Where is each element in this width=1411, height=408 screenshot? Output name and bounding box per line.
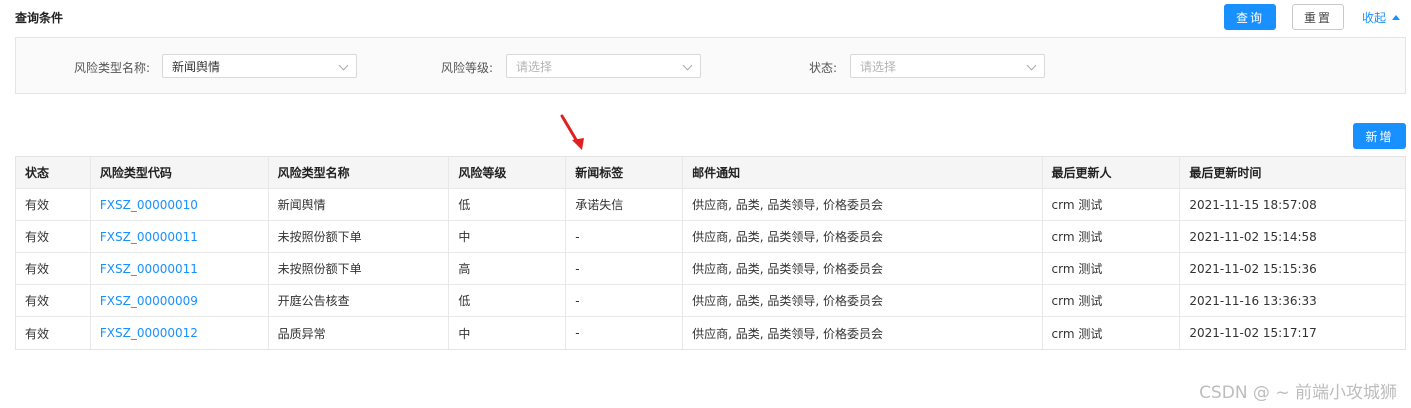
cell-risk-type-code-link[interactable]: FXSZ_00000012 [91,317,269,349]
column-header-email-notify[interactable]: 邮件通知 [683,157,1043,188]
cell-risk-type-name: 新闻舆情 [269,189,450,220]
cell-last-update-time: 2021-11-02 15:17:17 [1189,326,1317,340]
column-header-risk-type-code[interactable]: 风险类型代码 [91,157,269,188]
chevron-down-icon [682,60,693,71]
cell-risk-type-code-link[interactable]: FXSZ_00000011 [91,253,269,284]
query-button[interactable]: 查询 [1224,4,1276,30]
column-header-status[interactable]: 状态 [16,157,91,188]
column-header-risk-type-name[interactable]: 风险类型名称 [269,157,450,188]
cell-risk-level: 低 [449,189,567,220]
cell-last-update-time: 2021-11-15 18:57:08 [1189,197,1317,212]
cell-last-update-time: 2021-11-02 15:14:58 [1189,229,1317,244]
cell-status: 有效 [16,253,91,284]
reset-button[interactable]: 重置 [1292,4,1344,30]
filter-label-status: 状态: [809,61,838,75]
cell-risk-type-name: 品质异常 [269,317,450,349]
chevron-down-icon [338,60,349,71]
status-select[interactable]: 请选择 [850,54,1045,78]
cell-last-update-time: 2021-11-16 13:36:33 [1189,293,1317,308]
risk-type-name-select-value: 新闻舆情 [172,59,221,74]
cell-risk-type-code-link[interactable]: FXSZ_00000011 [91,221,269,252]
cell-risk-level: 低 [449,285,567,316]
status-select-placeholder: 请选择 [860,59,897,74]
cell-risk-level: 中 [449,317,567,349]
cell-email-notify: 供应商, 品类, 品类领导, 价格委员会 [683,317,1043,349]
collapse-toggle[interactable]: 收起 [1362,9,1401,26]
cell-risk-type-name: 未按照份额下单 [269,221,450,252]
cell-risk-level: 中 [449,221,567,252]
risk-level-select-placeholder: 请选择 [516,59,553,74]
cell-email-notify: 供应商, 品类, 品类领导, 价格委员会 [683,253,1043,284]
cell-news-tag: - [566,317,684,349]
caret-up-icon [1392,15,1401,20]
cell-last-updater: crm 测试 [1043,285,1181,316]
filter-panel: 风险类型名称: 新闻舆情 风险等级: 请选择 状态: 请选择 [15,37,1406,94]
cell-risk-type-name: 未按照份额下单 [269,253,450,284]
cell-risk-level: 高 [449,253,567,284]
cell-risk-type-name: 开庭公告核查 [269,285,450,316]
risk-level-select[interactable]: 请选择 [506,54,701,78]
cell-status: 有效 [16,285,91,316]
cell-risk-type-code-link[interactable]: FXSZ_00000009 [91,285,269,316]
filter-label-risk-type-name: 风险类型名称: [74,61,151,75]
red-arrow-annotation-icon [560,114,584,150]
cell-news-tag: 承诺失信 [566,189,684,220]
cell-last-updater: crm 测试 [1043,253,1181,284]
table-row[interactable]: 有效 FXSZ_00000010 新闻舆情 低 承诺失信 供应商, 品类, 品类… [16,189,1405,221]
cell-news-tag: - [566,221,684,252]
cell-email-notify: 供应商, 品类, 品类领导, 价格委员会 [683,221,1043,252]
watermark-text: CSDN @ ~ 前端小攻城狮 [1199,383,1397,403]
cell-risk-type-code-link[interactable]: FXSZ_00000010 [91,189,269,220]
cell-news-tag: - [566,253,684,284]
cell-status: 有效 [16,189,91,220]
column-header-last-update-time[interactable]: 最后更新时间 [1180,157,1405,188]
table-row[interactable]: 有效 FXSZ_00000012 品质异常 中 - 供应商, 品类, 品类领导,… [16,317,1405,349]
cell-email-notify: 供应商, 品类, 品类领导, 价格委员会 [683,285,1043,316]
table-header-row: 状态 风险类型代码 风险类型名称 风险等级 新闻标签 邮件通知 最后更新人 最后… [16,157,1405,189]
column-header-risk-level[interactable]: 风险等级 [449,157,567,188]
collapse-label: 收起 [1362,11,1387,25]
risk-type-name-select[interactable]: 新闻舆情 [162,54,357,78]
filter-label-risk-level: 风险等级: [441,61,494,75]
cell-email-notify: 供应商, 品类, 品类领导, 价格委员会 [683,189,1043,220]
page: 查询条件 查询 重置 收起 风险类型名称: 新闻舆情 风险等级: 请选择 状态:… [0,0,1411,408]
cell-last-updater: crm 测试 [1043,221,1181,252]
cell-news-tag: - [566,285,684,316]
query-conditions-title: 查询条件 [15,11,64,25]
column-header-last-updater[interactable]: 最后更新人 [1043,157,1181,188]
cell-last-updater: crm 测试 [1043,189,1181,220]
table-row[interactable]: 有效 FXSZ_00000011 未按照份额下单 中 - 供应商, 品类, 品类… [16,221,1405,253]
risk-type-table: 状态 风险类型代码 风险类型名称 风险等级 新闻标签 邮件通知 最后更新人 最后… [15,156,1406,350]
cell-last-updater: crm 测试 [1043,317,1181,349]
cell-last-update-time: 2021-11-02 15:15:36 [1189,261,1317,276]
add-button[interactable]: 新增 [1353,123,1406,149]
cell-status: 有效 [16,221,91,252]
column-header-news-tag[interactable]: 新闻标签 [566,157,684,188]
chevron-down-icon [1026,60,1037,71]
cell-status: 有效 [16,317,91,349]
table-row[interactable]: 有效 FXSZ_00000009 开庭公告核查 低 - 供应商, 品类, 品类领… [16,285,1405,317]
table-row[interactable]: 有效 FXSZ_00000011 未按照份额下单 高 - 供应商, 品类, 品类… [16,253,1405,285]
